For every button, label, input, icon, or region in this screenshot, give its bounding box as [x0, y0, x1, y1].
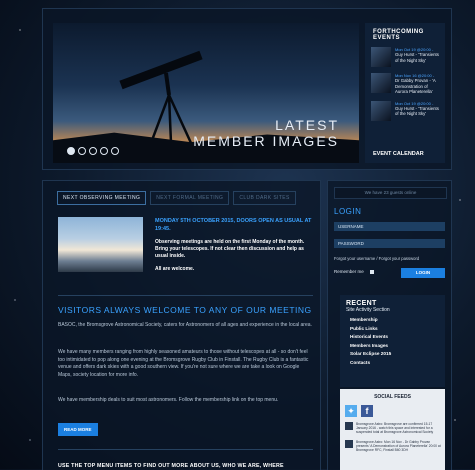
events-heading: FORTHCOMING EVENTS	[373, 29, 424, 41]
event-title[interactable]: Guy Hurst - 'Transients of the Night Sky…	[395, 106, 441, 117]
recent-item-historical-events[interactable]: Historical Events	[350, 334, 445, 339]
meeting-paragraph: All are welcome.	[155, 266, 195, 272]
tab-next-formal-meeting[interactable]: NEXT FORMAL MEETING	[150, 191, 230, 205]
slide-title-line2: MEMBER IMAGES	[193, 133, 339, 149]
online-guests-status: We have 23 guests online	[334, 187, 447, 199]
avatar	[345, 422, 353, 430]
slider-dot[interactable]	[111, 147, 119, 155]
intro-paragraph: BASOC, the Bromsgrove Astronomical Socie…	[58, 322, 312, 328]
social-feeds-panel: SOCIAL FEEDS ✦ f Bromsgrove Astro: Broms…	[340, 389, 445, 470]
event-thumbnail	[371, 47, 391, 67]
recent-list: Membership Public Links Historical Event…	[350, 317, 445, 365]
slider-dot[interactable]	[100, 147, 108, 155]
slide-title: LATEST MEMBER IMAGES	[193, 117, 339, 149]
event-item[interactable]: Mon Oct 19 @20:00 - Guy Hurst - 'Transie…	[371, 47, 441, 67]
recent-item-contacts[interactable]: Contacts	[350, 360, 445, 365]
meeting-heading: MONDAY 5TH OCTOBER 2015, DOORS OPEN AS U…	[155, 218, 312, 232]
event-item[interactable]: Mon Oct 19 @20:00 - Guy Hurst - 'Transie…	[371, 100, 441, 121]
twitter-icon[interactable]: ✦	[345, 405, 357, 417]
forgot-credentials-link[interactable]: Forgot your username / Forgot your passw…	[334, 256, 419, 261]
recent-item-membership[interactable]: Membership	[350, 317, 445, 322]
social-icons: ✦ f	[345, 405, 445, 417]
tweet-text: Bromsgrove Astro: Bromsgrove are confirm…	[356, 422, 434, 435]
slider-dot[interactable]	[89, 147, 97, 155]
tab-club-dark-sites[interactable]: CLUB DARK SITES	[233, 191, 296, 205]
menu-hint-heading: USE THE TOP MENU ITEMS TO FIND OUT MORE …	[58, 463, 284, 469]
avatar	[345, 439, 353, 448]
slider-dot[interactable]	[78, 147, 86, 155]
remember-me-label: Remember me	[334, 269, 364, 274]
image-slider[interactable]: LATEST MEMBER IMAGES	[53, 23, 359, 163]
divider	[58, 295, 313, 296]
meeting-body: Observing meetings are held on the first…	[155, 239, 315, 279]
divider	[58, 449, 313, 450]
slider-pagination	[67, 147, 119, 155]
tab-next-observing-meeting[interactable]: NEXT OBSERVING MEETING	[57, 191, 147, 205]
login-button[interactable]: LOGIN	[401, 268, 445, 278]
recent-activity-panel: RECENT Site Activity Section Membership …	[340, 295, 445, 387]
hero-panel: LATEST MEMBER IMAGES FORTHCOMING EVENTS …	[42, 8, 452, 170]
recent-item-public-links[interactable]: Public Links	[350, 326, 445, 331]
recent-item-solar-eclipse[interactable]: Solar Eclipse 2015	[350, 351, 445, 356]
slide-title-line1: LATEST	[275, 117, 339, 133]
recent-subheading: Site Activity Section	[346, 307, 390, 313]
event-thumbnail	[371, 100, 391, 121]
slider-dot[interactable]	[67, 147, 75, 155]
social-heading: SOCIAL FEEDS	[374, 394, 411, 400]
recent-item-members-images[interactable]: Members Images	[350, 343, 445, 348]
event-title[interactable]: Dr Gabby Provan - 'A Demonstration of Au…	[395, 78, 441, 95]
main-content: NEXT OBSERVING MEETING NEXT FORMAL MEETI…	[42, 180, 321, 470]
facebook-icon[interactable]: f	[361, 405, 373, 417]
forthcoming-events: FORTHCOMING EVENTS Mon Oct 19 @20:00 - G…	[365, 23, 445, 163]
password-input[interactable]: PASSWORD	[334, 239, 445, 248]
meeting-paragraph: Observing meetings are held on the first…	[155, 239, 305, 259]
event-item[interactable]: Mon Nov 16 @20:00 - Dr Gabby Provan - 'A…	[371, 73, 441, 95]
tweet-item[interactable]: Bromsgrove Astro: Mon 16 Nov - Dr Gabby …	[345, 439, 441, 453]
sidebar: We have 23 guests online LOGIN USERNAME …	[327, 180, 452, 470]
recent-heading: RECENT	[346, 300, 377, 307]
login-heading: LOGIN	[334, 207, 362, 216]
event-title[interactable]: Guy Hurst - 'Transients of the Night Sky…	[395, 52, 441, 63]
tweet-text: Bromsgrove Astro: Mon 16 Nov - Dr Gabby …	[356, 439, 441, 453]
remember-me-checkbox[interactable]	[369, 269, 374, 274]
meeting-tabs: NEXT OBSERVING MEETING NEXT FORMAL MEETI…	[57, 191, 296, 205]
event-calendar-link[interactable]: EVENT CALENDAR	[373, 151, 424, 157]
event-thumbnail	[371, 73, 391, 93]
visitors-heading: VISITORS ALWAYS WELCOME TO ANY OF OUR ME…	[58, 305, 312, 315]
members-paragraph: We have many members ranging from highly…	[58, 349, 309, 378]
observatory-image	[58, 217, 143, 272]
read-more-button[interactable]: READ MORE	[58, 423, 98, 436]
username-input[interactable]: USERNAME	[334, 222, 445, 231]
remember-me[interactable]: Remember me	[334, 269, 374, 274]
membership-paragraph: We have membership deals to suit most as…	[58, 397, 279, 403]
tweet-item[interactable]: Bromsgrove Astro: Bromsgrove are confirm…	[345, 422, 441, 435]
